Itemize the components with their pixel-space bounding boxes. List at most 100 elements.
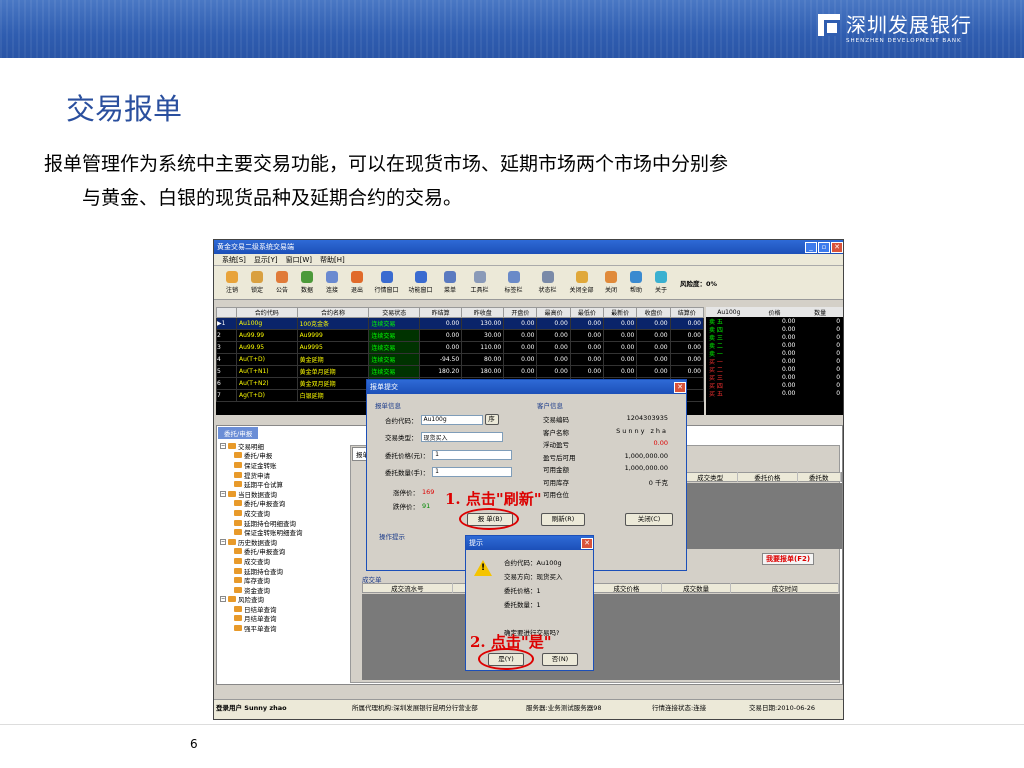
expand-icon[interactable]: −	[220, 538, 226, 545]
toolbar-button-11[interactable]: 状态栏	[531, 271, 564, 294]
toolbar-button-6[interactable]: 行情窗口	[370, 271, 403, 294]
menu-view[interactable]: 显示[Y]	[254, 255, 278, 265]
close-dialog-button[interactable]: 关闭(C)	[625, 513, 673, 526]
tree-node[interactable]: 成交查询	[220, 508, 346, 518]
quote-cell: 0.00	[669, 329, 705, 342]
folder-icon	[234, 615, 242, 622]
toolbar-button-3[interactable]: 数据	[295, 271, 319, 294]
tree-node[interactable]: 日结单查询	[220, 604, 346, 614]
quote-row[interactable]: 3 Au99.95 Au9995 连续交易 0.00 110.00 0.00 0.00 0.00…	[215, 341, 705, 354]
dialog-close-button[interactable]: ✕	[674, 381, 686, 393]
refresh-button[interactable]: 刷新(R)	[541, 513, 585, 526]
quote-cell: 0.00	[569, 353, 605, 366]
client-info-value: 0.00	[653, 439, 668, 447]
toolbar-button-5[interactable]: 退出	[345, 271, 369, 294]
tree-node[interactable]: 延期持仓查询	[220, 566, 346, 576]
quote-cell: 0.00	[603, 353, 638, 366]
folder-icon	[228, 442, 236, 449]
toolbar-label-10: 标签栏	[504, 287, 523, 294]
confirm-dialog: 提示 ✕ ! 合约代码：Au100g 交易方向：现货买入 委托价格：1 委托数量：1 确…	[465, 535, 594, 671]
tree-node[interactable]: 委托/申报	[220, 451, 346, 460]
tree-node[interactable]: 保证金转账	[220, 460, 346, 470]
restore-button[interactable]: ▫	[818, 241, 830, 253]
menu-help[interactable]: 帮助[H]	[320, 255, 345, 265]
trade-type-select[interactable]: 现货买入	[420, 432, 503, 442]
quote-cell: 0.00	[636, 341, 671, 354]
toolbar-button-12[interactable]: 关闭全部	[565, 271, 598, 294]
quote-cell: Au99.95	[236, 341, 298, 354]
toolbar-icon-3	[301, 271, 313, 283]
no-button[interactable]: 否(N)	[542, 653, 578, 666]
toolbar-button-13[interactable]: 关闭	[599, 271, 623, 294]
toolbar-button-2[interactable]: 公告	[270, 271, 294, 294]
toolbar-button-8[interactable]: 菜单	[438, 271, 462, 294]
tree-node[interactable]: 成交查询	[220, 556, 346, 566]
tree-node[interactable]: 月结单查询	[220, 614, 346, 623]
toolbar-button-15[interactable]: 关于	[649, 271, 673, 294]
minimize-button[interactable]: _	[805, 241, 817, 253]
expand-icon[interactable]: −	[220, 596, 226, 603]
quote-cell: -94.50	[419, 353, 463, 366]
footer-rule	[0, 724, 1024, 725]
toolbar-button-10[interactable]: 标签栏	[497, 271, 530, 294]
close-button[interactable]: ✕	[831, 241, 843, 253]
order-grid-header: 成交类型 委托价格 委托数	[682, 472, 842, 482]
tab-order[interactable]: 委托/申报	[218, 427, 259, 439]
quote-cell: 0.00	[603, 317, 638, 330]
quote-cell: 0.00	[669, 353, 705, 366]
depth-col-0: Au100g	[717, 308, 741, 316]
quote-row[interactable]: 5 Au(T+N1) 黄金单月延期 连续交易 180.20 180.00 0.00 0.00 0…	[215, 365, 705, 378]
toolbar-button-7[interactable]: 功能窗口	[404, 271, 437, 294]
toolbar-button-0[interactable]: 注销	[220, 271, 244, 294]
tree-node[interactable]: 延期平仓试算	[220, 479, 346, 489]
quote-cell: 连续交易	[368, 329, 421, 342]
quote-cell: 0.00	[503, 317, 538, 330]
menu-system[interactable]: 系统[S]	[222, 255, 246, 265]
market-depth: Au100g 价格 数量 卖 五 0.00 0 卖 四 0.00 0 卖 三 0.00 0 卖 二 0.…	[706, 307, 843, 415]
contract-select[interactable]: Au100g	[420, 414, 483, 425]
tree-node-label: 委托/申报查询	[244, 500, 286, 509]
toolbar-icon-11	[541, 271, 554, 283]
tree-node-label: 成交查询	[244, 557, 270, 566]
tree-node[interactable]: − 风险查询	[220, 595, 346, 604]
quantity-input[interactable]: 1	[432, 467, 513, 477]
warning-icon: !	[474, 560, 492, 576]
quote-row[interactable]: ▶1 Au100g 100克金条 连续交易 0.00 130.00 0.00 0.00 0.00…	[215, 317, 705, 330]
depth-cell: 0	[836, 381, 841, 389]
tree-node[interactable]: 资金查询	[220, 585, 346, 595]
tree-node-label: 强平单查询	[244, 625, 277, 634]
tree-node[interactable]: 提货申请	[220, 470, 346, 480]
expand-icon[interactable]: −	[220, 442, 226, 449]
seq-button[interactable]: 序	[484, 414, 499, 425]
client-info-group: 客户信息	[537, 402, 563, 410]
toolbar-button-14[interactable]: 帮助	[624, 271, 648, 294]
tree-node[interactable]: 强平单查询	[220, 623, 346, 633]
tree-node[interactable]: 保证金转账明细查询	[220, 527, 346, 537]
price-input[interactable]: 1	[432, 450, 513, 460]
toolbar-button-4[interactable]: 连接	[320, 271, 344, 294]
toolbar-label-11: 状态栏	[538, 287, 557, 294]
menu-window[interactable]: 窗口[W]	[286, 255, 312, 265]
quote-cell: 0.00	[669, 341, 705, 354]
toolbar-button-1[interactable]: 锁定	[245, 271, 269, 294]
toolbar-label-8: 菜单	[443, 287, 456, 294]
quote-row[interactable]: 4 Au(T+D) 黄金延期 连续交易 -94.50 80.00 0.00 0.00 0.00 0…	[215, 353, 705, 366]
confirm-close-button[interactable]: ✕	[581, 537, 593, 549]
tree-node[interactable]: 库存查询	[220, 575, 346, 585]
toolbar-button-9[interactable]: 工具栏	[463, 271, 496, 294]
tree-node[interactable]: 委托/申报查询	[220, 547, 346, 556]
tree-node[interactable]: − 当日数据查询	[220, 489, 346, 499]
tree-node[interactable]: − 交易明细	[220, 441, 346, 451]
quote-row[interactable]: 2 Au99.99 Au9999 连续交易 0.00 30.00 0.00 0.00 0.00 0…	[215, 329, 705, 342]
quote-cell: 0.00	[503, 329, 538, 342]
quote-cell: 0.00	[536, 329, 571, 342]
tree-node[interactable]: 延期持仓明细查询	[220, 518, 346, 528]
depth-cell: 0.00	[781, 325, 796, 333]
expand-icon[interactable]: −	[220, 490, 226, 497]
tree-node[interactable]: − 历史数据查询	[220, 537, 346, 547]
toolbar-label-4: 连接	[325, 287, 338, 294]
annotation-click-refresh: 1. 点击"刷新"	[445, 490, 542, 508]
tree-node[interactable]: 委托/申报查询	[220, 499, 346, 509]
logo-mark-icon	[818, 14, 840, 36]
want-order-button[interactable]: 我要报单(F2)	[762, 553, 815, 565]
